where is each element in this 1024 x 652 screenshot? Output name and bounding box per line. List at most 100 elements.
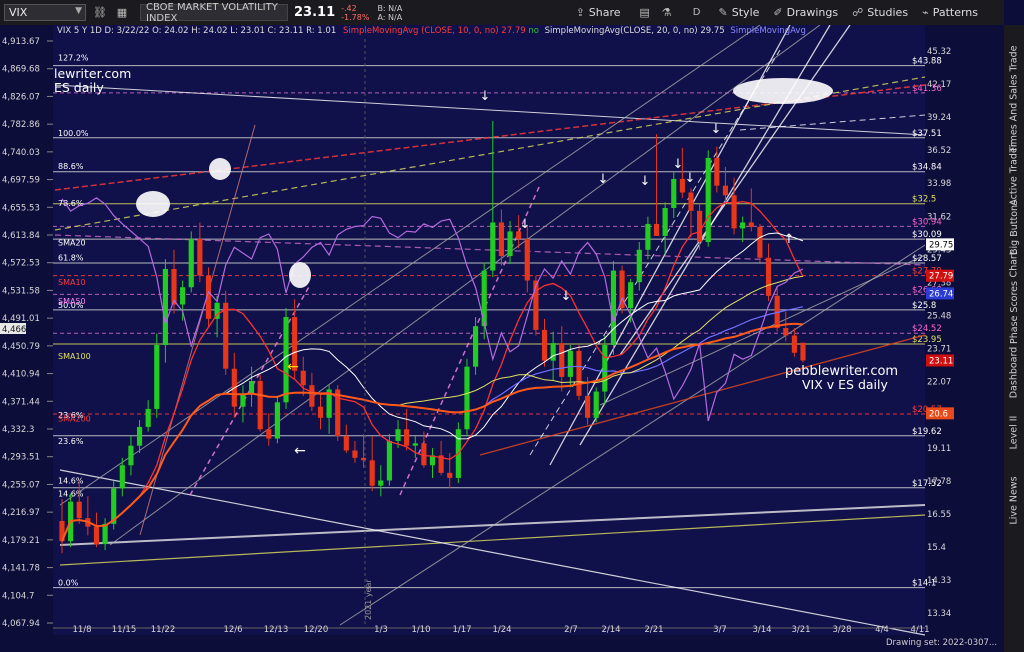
ask-value: A: N/A (377, 12, 403, 22)
candle-body (653, 223, 660, 236)
candle-body (636, 249, 642, 283)
candle-body (722, 185, 729, 196)
watermark-top-left-2: ES daily (54, 80, 104, 95)
candle-body (533, 280, 539, 330)
link-icon[interactable]: ⛓ (92, 5, 108, 21)
side-tab-phase-scores[interactable]: Phase Scores (1004, 279, 1024, 345)
price-level-label: $43.88 (912, 57, 942, 67)
candle-body (498, 222, 505, 257)
x-axis-tick-label: 1/17 (452, 625, 471, 635)
instrument-description: CBOE MARKET VOLATILITY INDEX (140, 2, 288, 24)
side-tab-label: Chart (1008, 250, 1020, 278)
right-axis-tick-label: 39.24 (927, 113, 951, 123)
left-axis-tick-label: 4,531.58 (2, 286, 40, 296)
candle-body (516, 231, 522, 239)
candle-body (688, 192, 694, 211)
chart-status-bar: VIX 5 Y 1D D: 3/22/22 O: 24.02 H: 24.02 … (0, 26, 806, 38)
side-tab-times-and-sales[interactable]: Times And Sales (1004, 74, 1024, 152)
candle-body (223, 302, 229, 369)
x-axis-tick-label: 1/3 (374, 625, 388, 635)
aggregation-period[interactable]: D (689, 5, 705, 21)
candle-body (705, 157, 711, 243)
grid-icon[interactable]: ▦ (114, 5, 130, 21)
net-change: -.42 (341, 3, 357, 13)
price-level-label: $23.95 (912, 335, 942, 345)
side-tab-label: Dashboard (1008, 346, 1020, 398)
patterns-button[interactable]: ⌁ Patterns (922, 6, 978, 19)
chart-toolbar: VIX ▼ ⛓ ▦ CBOE MARKET VOLATILITY INDEX 2… (0, 0, 1004, 26)
candle-body (541, 329, 548, 361)
studies-button[interactable]: ☍ Studies (852, 6, 908, 19)
lab-flask-icon[interactable]: ⚗ (659, 5, 675, 21)
calendar-icon[interactable]: ▤ (637, 5, 653, 21)
candle-body (369, 460, 375, 486)
share-button[interactable]: ⇪ Share (576, 6, 621, 19)
right-axis-tick-label: 22.07 (927, 378, 951, 388)
study-label: SMA10 (58, 278, 86, 287)
thinkorswim-chart-window: VIX ▼ ⛓ ▦ CBOE MARKET VOLATILITY INDEX 2… (0, 0, 1024, 652)
left-axis-tick-label: 4,371.44 (2, 397, 40, 407)
highlight-ellipse (136, 191, 170, 217)
bid-value: B: N/A (377, 3, 403, 13)
change-block: -.42 -1.78% (341, 4, 369, 22)
side-tab-chart[interactable]: Chart (1004, 249, 1024, 279)
left-axis-tick-label: 4,826.07 (2, 92, 40, 102)
candle-body (102, 523, 108, 545)
right-side-panel: Trade Times And Sales Active Trader Big But… (1003, 25, 1024, 652)
candle-body (791, 335, 797, 353)
toolbar-actions: ⇪ Share ▤ ⚗ D ✎ Style ✐ Drawings ☍ Studies ⌁… (562, 0, 1004, 25)
side-tab-level-ii[interactable]: Level II (1004, 399, 1024, 465)
style-button[interactable]: ✎ Style (719, 6, 760, 19)
symbol-input[interactable]: VIX ▼ (4, 4, 86, 21)
right-axis-marker-label: 29.75 (929, 240, 953, 250)
side-tab-dashboard[interactable]: Dashboard (1004, 345, 1024, 399)
candle-body (119, 465, 125, 489)
sma20-study-value: 29.75 (700, 26, 725, 36)
price-level-label: $24.52 (912, 324, 942, 334)
side-tab-big-buttons[interactable]: Big Buttons (1004, 200, 1024, 255)
side-tab-active-trader[interactable]: Active Trader (1004, 143, 1024, 205)
style-icon: ✎ (718, 6, 728, 19)
right-axis-marker-label: 23.11 (929, 356, 953, 366)
left-axis-tick-label: 4,572.53 (2, 259, 40, 269)
x-axis-tick-label: 12/6 (223, 625, 242, 635)
right-axis-marker-label: 20.6 (929, 409, 948, 419)
sma-blue-study-label: SimpleMovingAvg (730, 26, 806, 36)
symbol-value: VIX (9, 6, 28, 19)
fib-level-label: 61.8% (58, 253, 84, 262)
side-tab-label: Live News (1008, 475, 1020, 525)
highlight-ellipse (733, 78, 833, 104)
left-axis-tick-label: 4,613.84 (2, 231, 40, 241)
candle-body (171, 268, 177, 305)
candle-body (507, 231, 513, 257)
chevron-down-icon[interactable]: ▼ (75, 6, 82, 16)
right-axis-marker-label: 26.74 (929, 289, 953, 299)
candle-body (266, 429, 272, 439)
candle-body (610, 270, 617, 346)
candle-body (731, 195, 737, 229)
candle-body (602, 345, 608, 392)
price-level-label: $37.51 (912, 129, 942, 139)
left-axis-tick-label: 4,869.68 (2, 65, 40, 75)
left-axis-tick-label: 4,179.21 (2, 536, 40, 546)
x-axis-tick-label: 1/10 (411, 625, 430, 635)
candle-body (309, 385, 315, 407)
candle-body (593, 391, 599, 418)
x-axis-tick-label: 12/13 (264, 625, 289, 635)
left-axis-tick-label: 4,255.07 (2, 480, 40, 490)
candle-body (136, 426, 143, 446)
price-chart[interactable]: 4,913.67 4,869.68 4,826.07 4,782.86 4,740.03… (0, 25, 1004, 652)
side-tab-label: Phase Scores (1008, 280, 1020, 344)
left-axis-tick-label: 4,655.53 (2, 203, 40, 213)
arrow-marker: ↓ (640, 174, 651, 189)
arrow-marker: ↓ (685, 171, 696, 186)
fib-level-label: 14.6% (58, 477, 84, 486)
side-tab-live-news[interactable]: Live News (1004, 465, 1024, 535)
left-axis-tick-label: 4,450.79 (2, 342, 40, 352)
arrow-marker: ↓ (673, 157, 684, 172)
candle-body (697, 210, 703, 243)
x-axis-tick-label: 11/15 (112, 625, 137, 635)
left-axis-tick-label: 4,410.94 (2, 370, 40, 380)
right-axis-tick-label: 23.71 (927, 345, 951, 355)
drawings-button[interactable]: ✐ Drawings (773, 6, 838, 19)
